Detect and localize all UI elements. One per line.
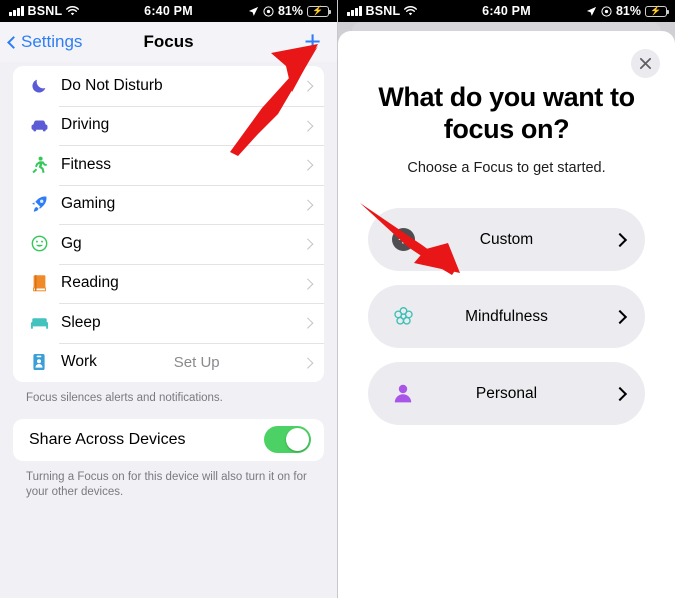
dual-screenshot-container: BSNL 6:40 PM 81% ⚡ Settings Focus + Do N… <box>0 0 675 598</box>
clock-label: 6:40 PM <box>144 4 193 18</box>
flower-icon <box>390 305 416 328</box>
chevron-right-icon <box>612 386 628 401</box>
chevron-right-icon <box>612 309 628 324</box>
battery-charging-icon: ⚡ <box>645 5 669 17</box>
focus-chooser-sheet: What do you want to focus on? Choose a F… <box>338 31 675 598</box>
toggle-knob <box>286 428 309 452</box>
share-across-devices-row[interactable]: Share Across Devices <box>13 419 324 461</box>
sheet-subtitle: Choose a Focus to get started. <box>407 160 606 177</box>
focus-row-label: Work <box>61 353 97 371</box>
chevron-right-icon <box>612 232 628 247</box>
focus-row-label: Gg <box>61 234 82 252</box>
close-button[interactable] <box>631 49 660 78</box>
chevron-right-icon <box>301 317 313 329</box>
focus-row-label: Fitness <box>61 155 111 173</box>
left-screen-focus-settings: BSNL 6:40 PM 81% ⚡ Settings Focus + Do N… <box>0 0 338 598</box>
focus-option-custom[interactable]: + Custom <box>368 208 645 272</box>
status-bar-left: BSNL 6:40 PM 81% ⚡ <box>0 0 337 22</box>
share-across-devices-label: Share Across Devices <box>29 430 186 448</box>
share-across-devices-toggle[interactable] <box>264 426 311 454</box>
focus-row-label: Reading <box>61 274 119 292</box>
clock-label: 6:40 PM <box>482 4 531 18</box>
chevron-right-icon <box>301 198 313 210</box>
focus-row-setup-label: Set Up <box>173 353 220 371</box>
share-across-devices-footnote: Turning a Focus on for this device will … <box>26 470 307 499</box>
focus-option-mindfulness[interactable]: Mindfulness <box>368 285 645 349</box>
focus-list-card: Do Not Disturb Driving Fitness Gaming Gg… <box>13 66 324 382</box>
focus-option-personal[interactable]: Personal <box>368 362 645 426</box>
focus-list-footnote: Focus silences alerts and notifications. <box>26 392 223 404</box>
focus-row-label: Sleep <box>61 313 101 331</box>
smiley-face-icon <box>27 235 51 252</box>
focus-row-gg[interactable]: Gg <box>13 224 324 264</box>
navigation-bar: Settings Focus + <box>0 22 337 62</box>
close-icon <box>639 57 652 70</box>
battery-charging-icon: ⚡ <box>307 5 331 17</box>
page-title: Focus <box>143 32 194 51</box>
car-icon <box>27 118 51 133</box>
chevron-right-icon <box>301 159 313 171</box>
bed-icon <box>27 316 51 330</box>
book-icon <box>27 274 51 292</box>
focus-row-label: Do Not Disturb <box>61 76 163 94</box>
focus-row-label: Gaming <box>61 195 116 213</box>
right-screen-focus-chooser: BSNL 6:40 PM 81% ⚡ What do you want to f… <box>338 0 675 598</box>
plus-circle-icon: + <box>390 228 416 252</box>
focus-row-label: Driving <box>61 116 110 134</box>
chevron-right-icon <box>301 356 313 368</box>
focus-row-sleep[interactable]: Sleep <box>13 303 324 343</box>
chevron-right-icon <box>301 80 313 92</box>
rocket-icon <box>27 195 51 213</box>
chevron-right-icon <box>301 119 313 131</box>
sheet-title: What do you want to focus on? <box>378 82 635 144</box>
focus-row-driving[interactable]: Driving <box>13 105 324 146</box>
chevron-right-icon <box>301 277 313 289</box>
status-bar-right: BSNL 6:40 PM 81% ⚡ <box>338 0 675 22</box>
focus-options-list: + Custom Mindfulness Personal <box>338 176 675 426</box>
focus-row-gaming[interactable]: Gaming <box>13 184 324 225</box>
chevron-right-icon <box>301 238 313 250</box>
add-focus-button[interactable]: + <box>304 27 337 57</box>
moon-icon <box>27 77 51 94</box>
running-person-icon <box>27 156 51 174</box>
share-across-devices-card: Share Across Devices <box>13 418 324 461</box>
focus-row-work[interactable]: Work Set Up <box>13 342 324 383</box>
focus-row-fitness[interactable]: Fitness <box>13 145 324 185</box>
id-badge-icon <box>27 353 51 371</box>
focus-row-reading[interactable]: Reading <box>13 263 324 304</box>
focus-row-do-not-disturb[interactable]: Do Not Disturb <box>13 66 324 106</box>
person-icon <box>390 383 416 404</box>
sheet-stack-peek <box>352 22 661 31</box>
